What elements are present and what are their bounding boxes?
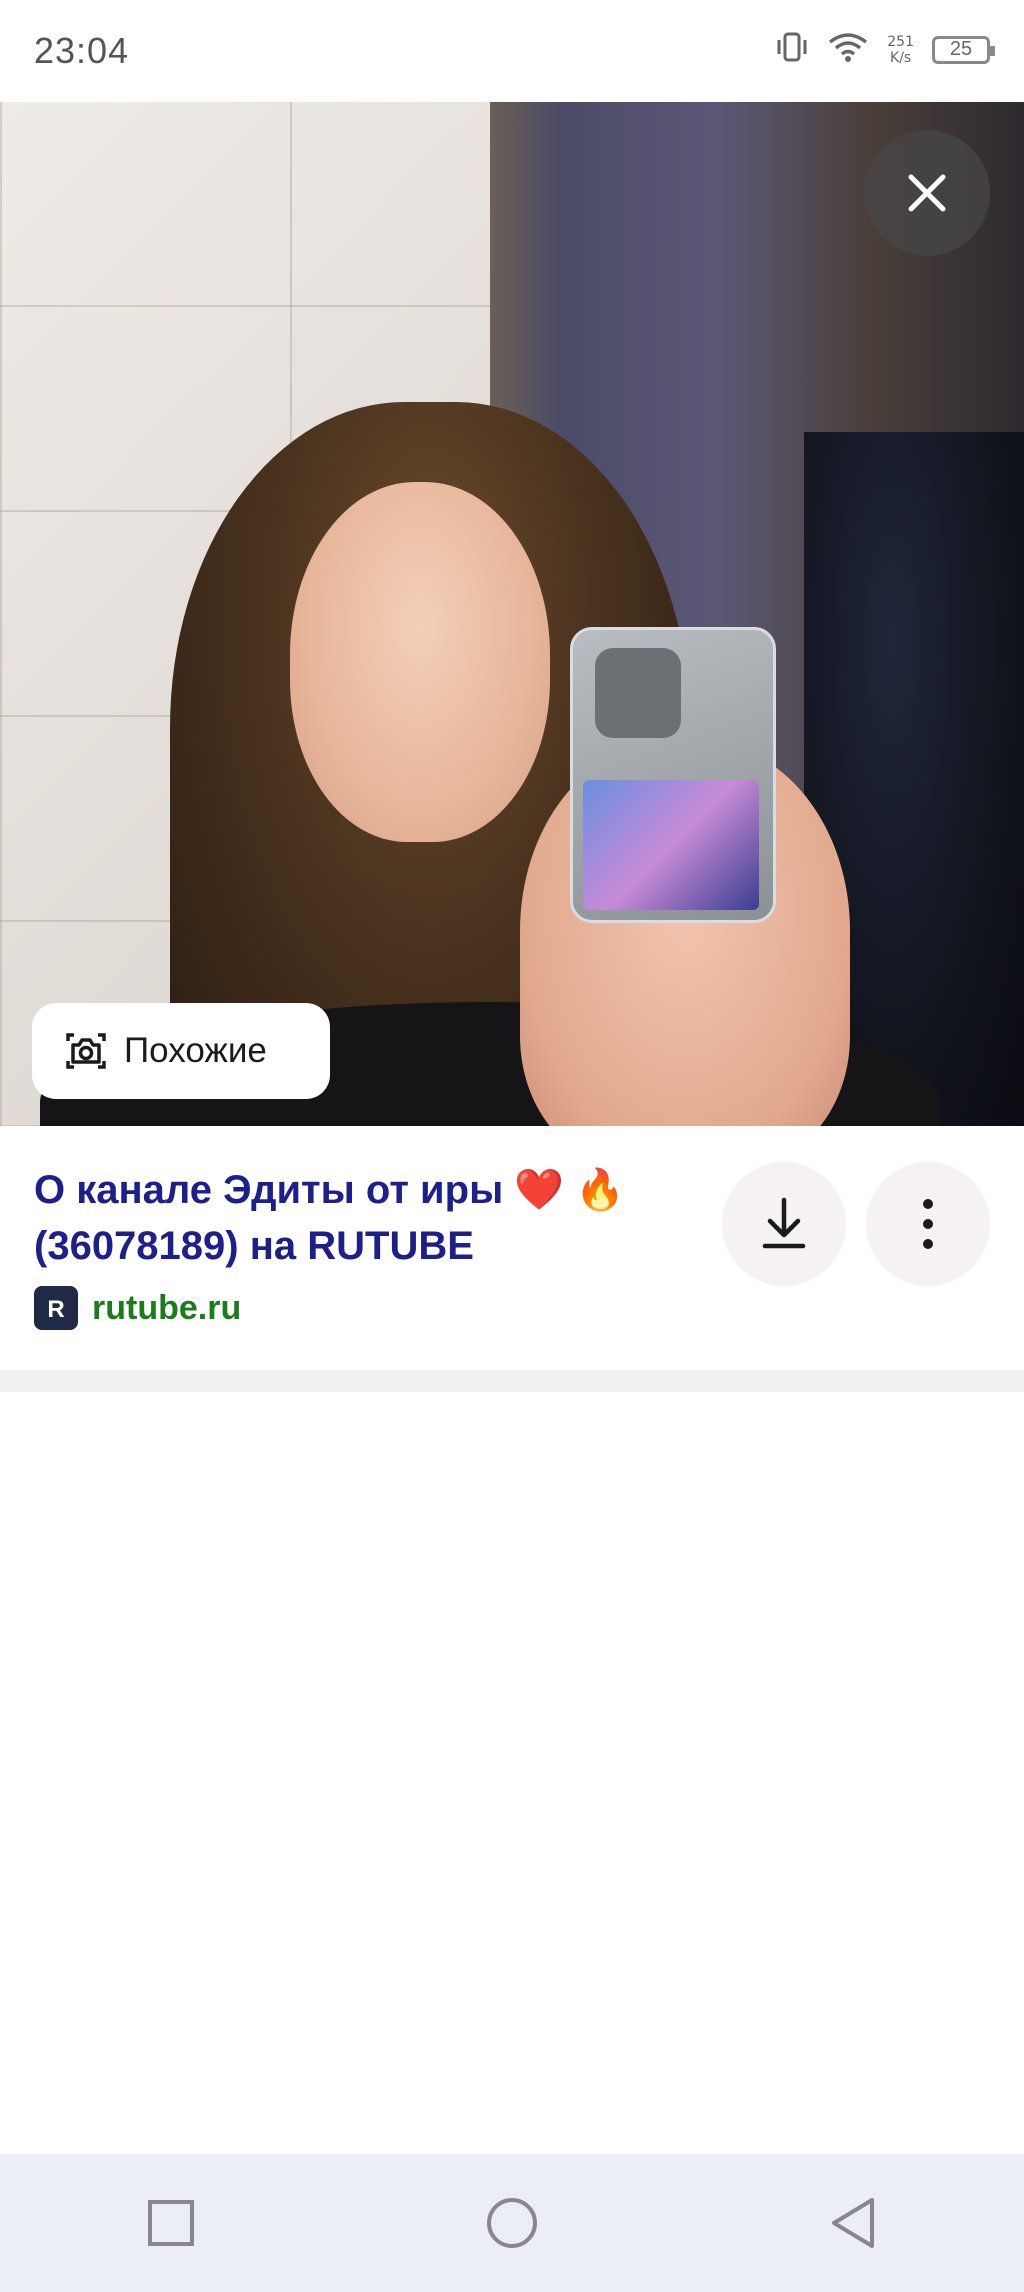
status-bar: 23:04 251 K/s 25 — [0, 0, 1024, 102]
result-title[interactable]: О канале Эдиты от иры ❤️ 🔥 (36078189) на… — [34, 1162, 694, 1274]
svg-text:R: R — [47, 1296, 64, 1323]
similar-button[interactable]: Похожие — [32, 1003, 330, 1099]
result-image[interactable] — [0, 102, 1024, 1126]
system-nav-bar — [0, 2154, 1024, 2292]
result-source[interactable]: R rutube.ru — [34, 1286, 241, 1330]
back-triangle-icon — [832, 2198, 875, 2248]
status-time: 23:04 — [34, 30, 130, 71]
more-options-button[interactable] — [866, 1162, 990, 1286]
lower-content-area — [0, 1392, 1024, 2154]
home-button[interactable] — [472, 2183, 552, 2263]
battery-icon: 25 — [932, 35, 995, 64]
section-divider — [0, 1370, 1024, 1392]
image-phone-sticker — [583, 780, 759, 910]
status-icons: 251 K/s 25 — [775, 30, 995, 69]
more-vert-icon — [923, 1199, 933, 1249]
image-face — [290, 482, 550, 842]
vibrate-icon — [775, 30, 809, 69]
rutube-logo-icon: R — [34, 1286, 78, 1330]
back-button[interactable] — [813, 2183, 893, 2263]
result-source-domain: rutube.ru — [92, 1288, 242, 1327]
close-icon — [908, 174, 946, 212]
image-phone-camera — [595, 648, 681, 738]
camera-search-icon — [66, 1033, 106, 1069]
recents-button[interactable] — [131, 2183, 211, 2263]
image-phone — [570, 627, 776, 923]
result-info-card: О канале Эдиты от иры ❤️ 🔥 (36078189) на… — [0, 1126, 1024, 1370]
home-circle-icon — [486, 2198, 537, 2248]
network-rate: 251 K/s — [887, 33, 914, 66]
download-icon — [762, 1197, 806, 1249]
recents-square-icon — [147, 2200, 194, 2246]
similar-button-label: Похожие — [124, 1031, 267, 1070]
battery-level: 25 — [949, 38, 973, 60]
close-button[interactable] — [864, 130, 990, 256]
download-button[interactable] — [722, 1162, 846, 1286]
wifi-icon — [827, 30, 869, 69]
